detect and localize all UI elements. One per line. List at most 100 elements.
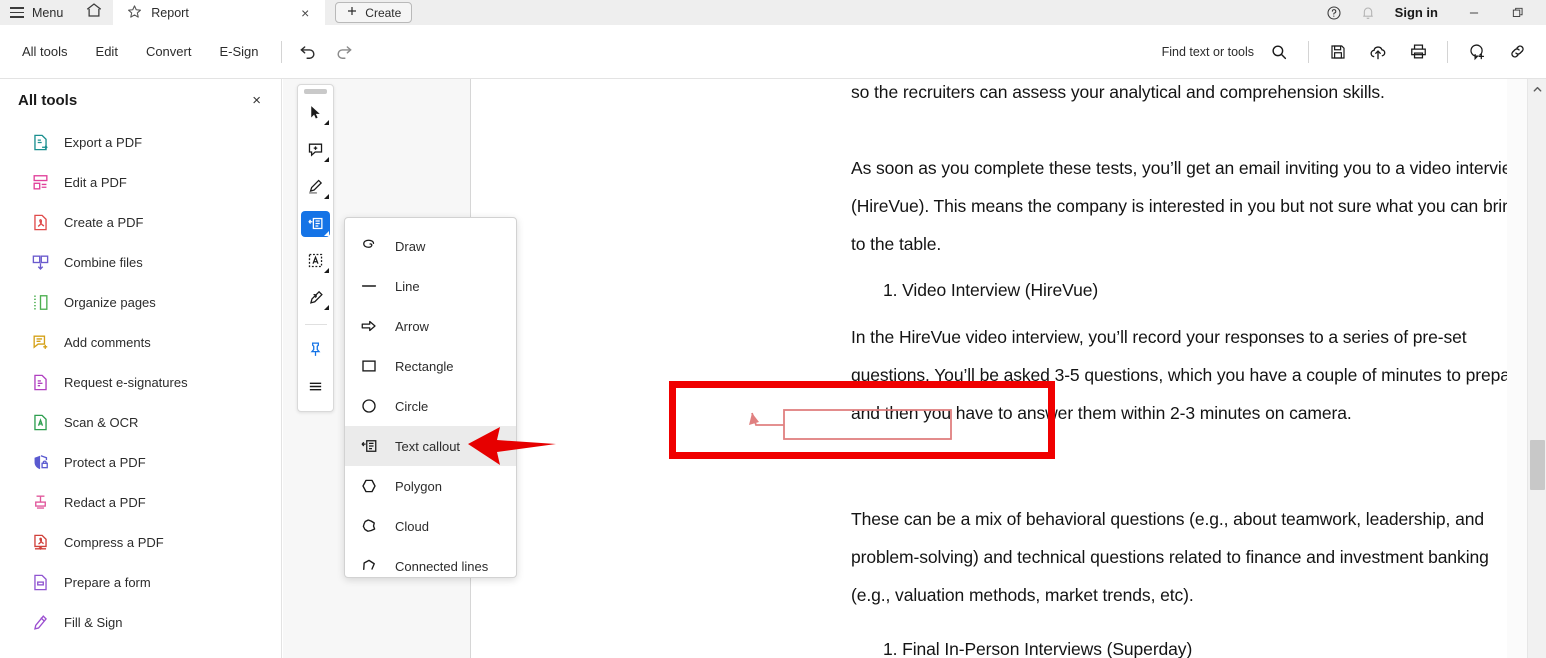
menu-item-polygon[interactable]: Polygon (345, 466, 516, 506)
text-callout-tool-button[interactable] (301, 210, 330, 237)
menu-item-label: Rectangle (395, 358, 454, 374)
export-pdf-icon (30, 132, 50, 152)
menu-item-label: Connected lines (395, 558, 489, 574)
toolbar-drag-handle[interactable] (304, 89, 327, 94)
organize-pages-icon (30, 292, 50, 312)
cmd-e-sign[interactable]: E-Sign (205, 38, 272, 65)
home-button[interactable] (75, 0, 113, 25)
sidebar-item-create-a-pdf[interactable]: Create a PDF (0, 202, 281, 242)
plus-icon (346, 5, 358, 20)
toolbar-divider (304, 323, 327, 325)
fill-sign-icon (30, 612, 50, 632)
menu-label: Menu (32, 5, 64, 20)
chevron-down-icon (324, 193, 329, 199)
text-callout-empty-box[interactable] (783, 409, 952, 440)
menu-button[interactable]: Menu (0, 0, 75, 25)
paragraph: so the recruiters can assess your analyt… (851, 82, 1385, 102)
pointer-arrow-annotation (468, 427, 556, 465)
draw-icon (359, 236, 379, 256)
restore-window-icon[interactable] (1498, 0, 1538, 25)
highlight-tool-button[interactable] (301, 174, 330, 200)
menu-item-circle[interactable]: Circle (345, 386, 516, 426)
add-comments-icon (30, 332, 50, 352)
add-comment-tool-button[interactable] (301, 137, 330, 163)
sign-in-button[interactable]: Sign in (1387, 5, 1450, 20)
sidebar-close-button[interactable]: × (248, 91, 265, 110)
undo-icon[interactable] (290, 37, 326, 67)
sidebar-item-edit-a-pdf[interactable]: Edit a PDF (0, 162, 281, 202)
vertical-scrollbar[interactable] (1527, 79, 1546, 658)
find-label[interactable]: Find text or tools (1162, 45, 1254, 59)
circle-icon (359, 396, 379, 416)
menu-item-rectangle[interactable]: Rectangle (345, 346, 516, 386)
menu-item-label: Text callout (395, 438, 461, 454)
sidebar-item-label: Combine files (64, 254, 143, 270)
adobe-acrobat-window: Menu Report × Create Sign in All tools E… (0, 0, 1546, 658)
save-icon[interactable] (1319, 35, 1357, 69)
divider (1308, 40, 1309, 63)
add-comment-icon[interactable] (1458, 35, 1496, 69)
help-circle-icon[interactable] (1319, 0, 1349, 25)
title-bar-right: Sign in (1319, 0, 1546, 25)
text-callout-annotation[interactable] (700, 395, 970, 455)
menu-item-arrow[interactable]: Arrow (345, 306, 516, 346)
paragraph: As soon as you complete these tests, you… (851, 158, 1524, 254)
edit-pdf-icon (30, 172, 50, 192)
scroll-up-icon[interactable] (1528, 81, 1546, 98)
menu-item-label: Circle (395, 398, 429, 414)
pin-tool-button[interactable] (301, 337, 330, 363)
sidebar-item-label: Prepare a form (64, 574, 151, 590)
protect-pdf-icon (30, 452, 50, 472)
chevron-down-icon (324, 230, 329, 236)
sidebar-item-organize-pages[interactable]: Organize pages (0, 282, 281, 322)
minimize-button[interactable] (1454, 0, 1494, 25)
cloud-upload-icon[interactable] (1359, 35, 1397, 69)
print-icon[interactable] (1399, 35, 1437, 69)
menu-item-line[interactable]: Line (345, 266, 516, 306)
sidebar-item-label: Redact a PDF (64, 494, 146, 510)
create-button[interactable]: Create (335, 2, 413, 23)
bell-icon[interactable] (1353, 0, 1383, 25)
cmd-edit[interactable]: Edit (82, 38, 132, 65)
sidebar-item-scan-and-ocr[interactable]: Scan & OCR (0, 402, 281, 442)
redo-icon[interactable] (326, 37, 362, 67)
tab-title: Report (151, 5, 189, 20)
sidebar-item-export-a-pdf[interactable]: Export a PDF (0, 122, 281, 162)
request-signature-icon (30, 372, 50, 392)
menu-item-draw[interactable]: Draw (345, 226, 516, 266)
sidebar-item-compress-a-pdf[interactable]: Compress a PDF (0, 522, 281, 562)
text-select-tool-button[interactable] (301, 248, 330, 274)
menu-item-connected-lines[interactable]: Connected lines (345, 546, 516, 586)
sidebar-item-protect-a-pdf[interactable]: Protect a PDF (0, 442, 281, 482)
list-item: 1. Video Interview (HireVue) (883, 280, 1099, 300)
chevron-down-icon (324, 267, 329, 273)
sidebar-item-fill-and-sign[interactable]: Fill & Sign (0, 602, 281, 642)
chevron-down-icon (324, 304, 329, 310)
search-icon[interactable] (1260, 35, 1298, 69)
sidebar-item-prepare-a-form[interactable]: Prepare a form (0, 562, 281, 602)
tab-close-button[interactable]: × (295, 4, 315, 22)
sidebar-item-redact-a-pdf[interactable]: Redact a PDF (0, 482, 281, 522)
sidebar-item-combine-files[interactable]: Combine files (0, 242, 281, 282)
sidebar-item-add-comments[interactable]: Add comments (0, 322, 281, 362)
text-callout-icon (359, 436, 379, 456)
redact-pdf-icon (30, 492, 50, 512)
rectangle-icon (359, 356, 379, 376)
cloud-shape-icon (359, 516, 379, 536)
menu-item-cloud[interactable]: Cloud (345, 506, 516, 546)
sidebar-item-label: Create a PDF (64, 214, 144, 230)
select-tool-button[interactable] (301, 100, 330, 126)
sidebar-item-label: Organize pages (64, 294, 156, 310)
document-tab[interactable]: Report × (113, 0, 326, 25)
more-tools-button[interactable] (301, 374, 330, 400)
sidebar-tool-list: Export a PDF Edit a PDF Create a PDF Com… (0, 120, 281, 642)
cmd-all-tools[interactable]: All tools (8, 38, 82, 65)
link-icon[interactable] (1498, 35, 1536, 69)
command-bar: All tools Edit Convert E-Sign Find text … (0, 25, 1546, 79)
sidebar-item-request-e-signatures[interactable]: Request e-signatures (0, 362, 281, 402)
sidebar-item-label: Scan & OCR (64, 414, 139, 430)
sidebar-item-label: Fill & Sign (64, 614, 123, 630)
signature-tool-button[interactable] (301, 285, 330, 311)
cmd-convert[interactable]: Convert (132, 38, 206, 65)
vertical-scroll-thumb[interactable] (1530, 440, 1545, 490)
